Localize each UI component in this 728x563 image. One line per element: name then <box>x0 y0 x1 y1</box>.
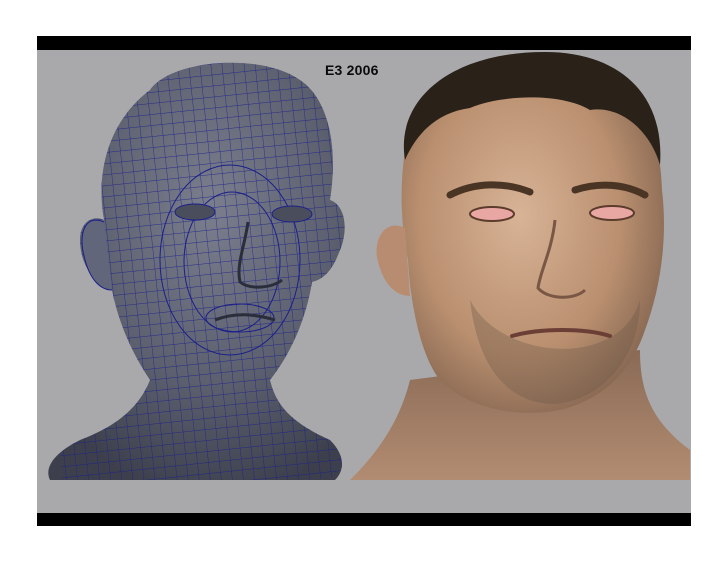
slide-caption: E3 2006 <box>325 62 379 78</box>
renders-layer <box>48 52 690 480</box>
wireframe-head-render <box>48 62 345 480</box>
textured-head-render <box>350 52 690 480</box>
